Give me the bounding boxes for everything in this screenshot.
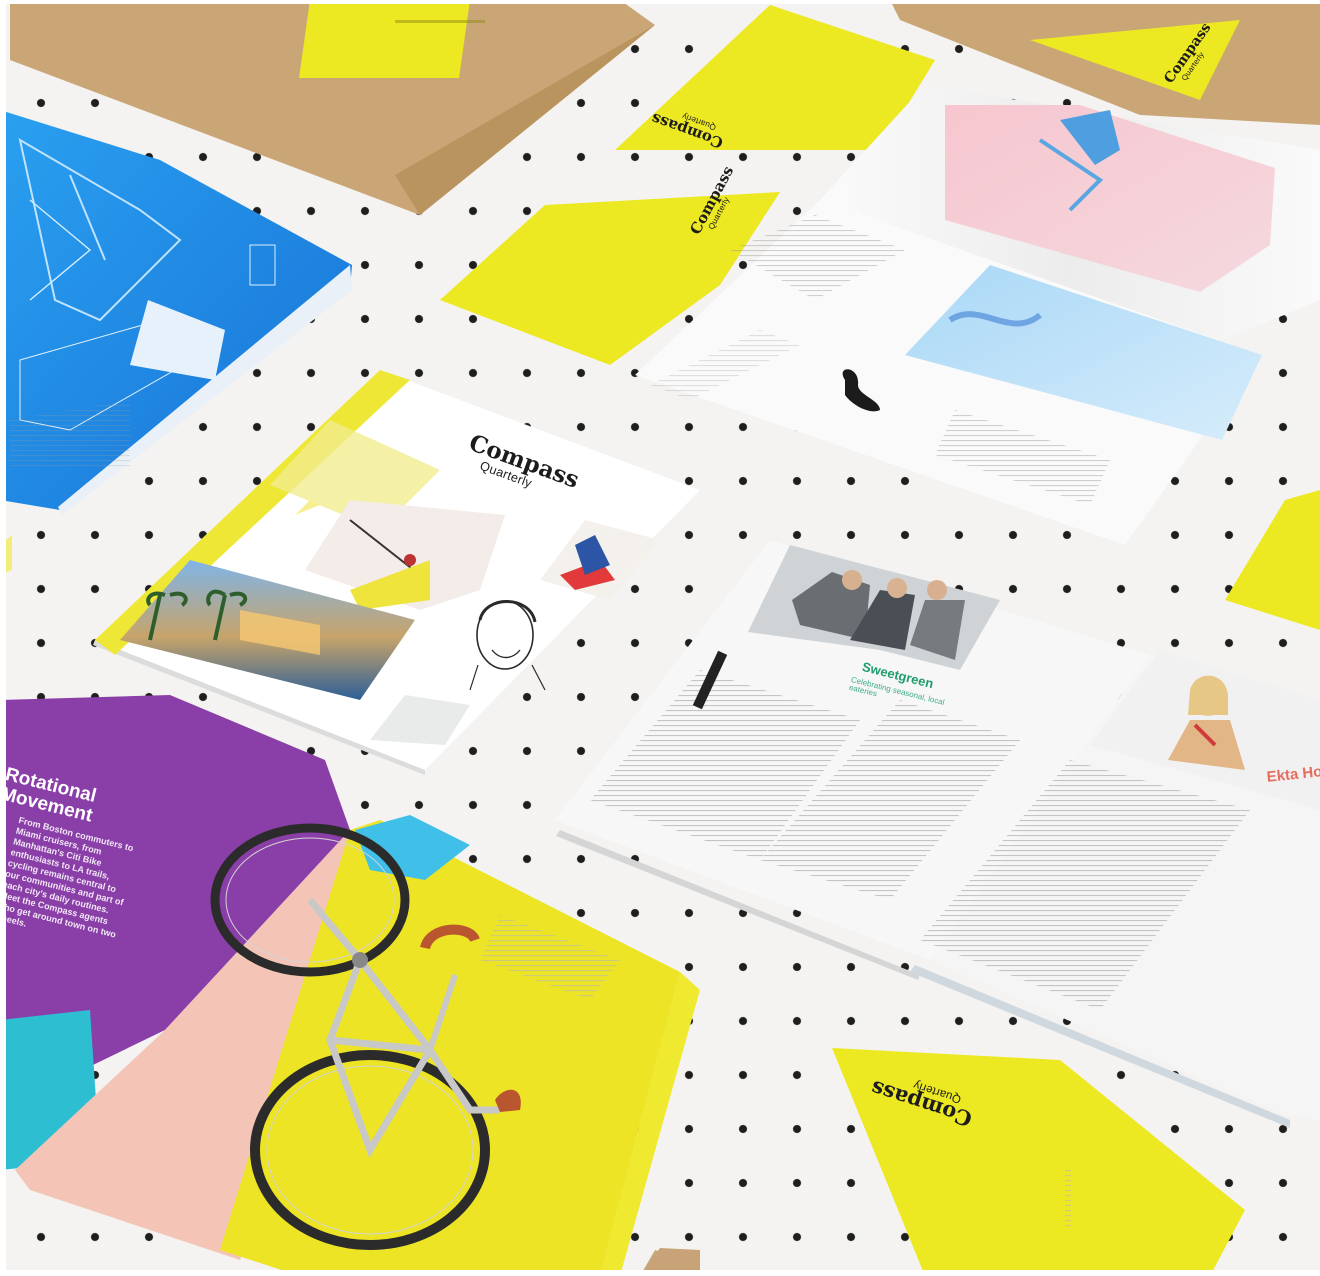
open-magazine-top-right	[635, 85, 1320, 545]
yellow-sliver	[0, 535, 12, 575]
scene-artwork	[0, 0, 1320, 1276]
yellow-mailer-right	[1225, 490, 1320, 630]
